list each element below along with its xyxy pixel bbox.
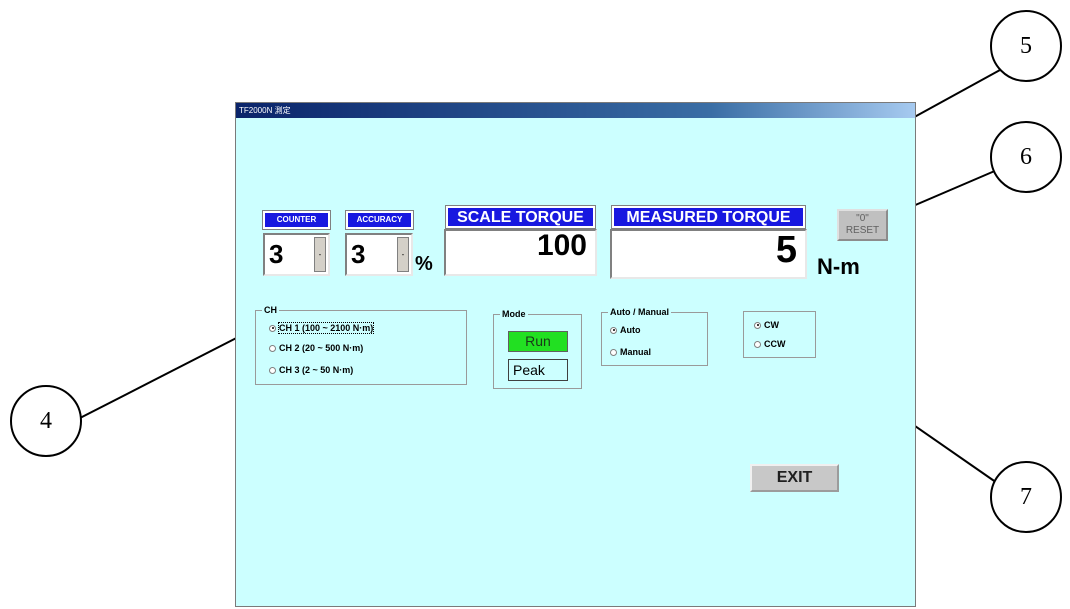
manual-radio-dot[interactable]	[610, 348, 617, 356]
mode-group: Mode Run Peak	[493, 308, 582, 389]
counter-value: 3	[269, 239, 284, 269]
scale-torque-label: SCALE TORQUE	[445, 205, 596, 229]
measured-torque-display: 5	[610, 229, 807, 279]
callout-5: 5	[990, 10, 1062, 82]
zero-reset-button[interactable]: "0" RESET	[837, 209, 888, 241]
ch1-radio-dot[interactable]	[269, 324, 276, 332]
reset-button-line2: RESET	[845, 225, 880, 236]
ch3-radio-label: CH 3 (2 ~ 50 N·m)	[279, 365, 354, 375]
auto-manual-group-title: Auto / Manual	[608, 306, 671, 318]
accuracy-value: 3	[351, 239, 366, 269]
manual-radio[interactable]: Manual	[610, 347, 651, 357]
cw-radio-label: CW	[764, 320, 779, 330]
ch3-radio-dot[interactable]	[269, 366, 276, 374]
counter-label: COUNTER	[262, 210, 331, 230]
callout-7: 7	[990, 461, 1062, 533]
ch1-radio[interactable]: CH 1 (100 ~ 2100 N·m)	[269, 322, 375, 334]
ch2-radio[interactable]: CH 2 (20 ~ 500 N·m)	[269, 343, 363, 353]
cw-radio[interactable]: CW	[754, 320, 779, 330]
arrow-4	[79, 330, 252, 419]
scale-torque-value: 100	[536, 229, 587, 262]
ch-group-title: CH	[262, 304, 279, 316]
ccw-radio-label: CCW	[764, 339, 786, 349]
ccw-radio-dot[interactable]	[754, 340, 761, 348]
auto-radio[interactable]: Auto	[610, 325, 641, 335]
accuracy-spinbox[interactable]: 3 -	[345, 233, 413, 276]
accuracy-unit: %	[415, 253, 433, 275]
ch2-radio-dot[interactable]	[269, 344, 276, 352]
ch3-radio[interactable]: CH 3 (2 ~ 50 N·m)	[269, 365, 353, 375]
measured-torque-label: MEASURED TORQUE	[611, 205, 806, 229]
accuracy-label: ACCURACY	[345, 210, 414, 230]
accuracy-spin-button[interactable]: -	[397, 237, 409, 272]
scale-torque-field[interactable]: 100	[444, 229, 597, 276]
ch1-radio-label: CH 1 (100 ~ 2100 N·m)	[277, 322, 375, 334]
ccw-radio[interactable]: CCW	[754, 339, 786, 349]
auto-manual-group: Auto / Manual Auto Manual	[601, 306, 708, 366]
manual-radio-label: Manual	[620, 347, 652, 357]
exit-button[interactable]: EXIT	[750, 464, 839, 492]
direction-group: CW CCW	[743, 311, 816, 358]
measured-torque-unit: N-m	[817, 254, 860, 279]
window-titlebar: TF2000N 測定	[236, 103, 915, 118]
auto-radio-label: Auto	[620, 325, 641, 335]
ch2-radio-label: CH 2 (20 ~ 500 N·m)	[279, 343, 364, 353]
callout-6: 6	[990, 121, 1062, 193]
auto-radio-dot[interactable]	[610, 326, 617, 334]
ch-group: CH CH 1 (100 ~ 2100 N·m) CH 2 (20 ~ 500 …	[255, 304, 467, 385]
cw-radio-dot[interactable]	[754, 321, 761, 329]
callout-4: 4	[10, 385, 82, 457]
mode-group-title: Mode	[500, 308, 528, 320]
counter-spin-button[interactable]: -	[314, 237, 326, 272]
counter-spinbox[interactable]: 3 -	[263, 233, 330, 276]
tf2000n-window: TF2000N 測定 COUNTER 3 - ACCURACY 3 - % SC…	[235, 102, 916, 607]
reset-button-line1: "0"	[856, 213, 869, 224]
mode-peak-indicator[interactable]: Peak	[508, 359, 568, 381]
mode-run-indicator[interactable]: Run	[508, 331, 568, 352]
measured-torque-value: 5	[775, 229, 797, 271]
